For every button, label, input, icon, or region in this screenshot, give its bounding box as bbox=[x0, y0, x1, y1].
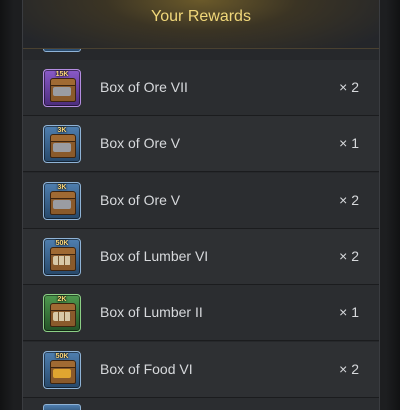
ore-box-icon: 15K bbox=[43, 69, 81, 107]
ore-box-icon: 3K bbox=[43, 182, 81, 220]
reward-name: Box of Ore V bbox=[100, 135, 181, 151]
list-item: 2K Box of Lumber II × 1 bbox=[23, 285, 379, 341]
list-item: 15K Box of Ore VII × 2 bbox=[23, 60, 379, 116]
rewards-header: Your Rewards bbox=[23, 0, 379, 49]
box-amount-tag: 50K bbox=[55, 353, 69, 360]
reward-count: × 1 bbox=[339, 135, 359, 151]
reward-name: Box of Lumber II bbox=[100, 304, 203, 320]
list-item: 50K Box of Food VI × 2 bbox=[23, 342, 379, 398]
reward-count: × 1 bbox=[339, 304, 359, 320]
lumber-box-icon: 2K bbox=[43, 294, 81, 332]
reward-count: × 2 bbox=[339, 361, 359, 377]
box-amount-tag: 3K bbox=[57, 127, 67, 134]
lumber-box-icon: 50K bbox=[43, 238, 81, 276]
reward-name: Box of Ore V bbox=[100, 192, 181, 208]
reward-count: × 2 bbox=[339, 79, 359, 95]
food-box-icon: 50K bbox=[43, 351, 81, 389]
reward-name: Box of Ore VII bbox=[100, 79, 188, 95]
box-amount-tag: 3K bbox=[57, 184, 67, 191]
ore-box-icon: 3K bbox=[43, 125, 81, 163]
reward-count: × 2 bbox=[339, 192, 359, 208]
rewards-panel: 15K Box of Ore VII × 2 3K Box of Ore V ×… bbox=[22, 0, 380, 410]
reward-name: Box of Lumber VI bbox=[100, 248, 209, 264]
box-amount-tag: 50K bbox=[55, 240, 69, 247]
box-icon bbox=[43, 404, 81, 410]
list-item: 3K Box of Ore V × 1 bbox=[23, 116, 379, 172]
list-item: 3K Box of Ore V × 2 bbox=[23, 173, 379, 229]
list-item: 50K Box of Lumber VI × 2 bbox=[23, 229, 379, 285]
box-amount-tag: 15K bbox=[55, 71, 69, 78]
page-title: Your Rewards bbox=[151, 8, 251, 25]
list-item-partial-bottom bbox=[23, 398, 379, 410]
reward-count: × 2 bbox=[339, 248, 359, 264]
box-amount-tag: 2K bbox=[57, 296, 67, 303]
reward-name: Box of Food VI bbox=[100, 361, 193, 377]
